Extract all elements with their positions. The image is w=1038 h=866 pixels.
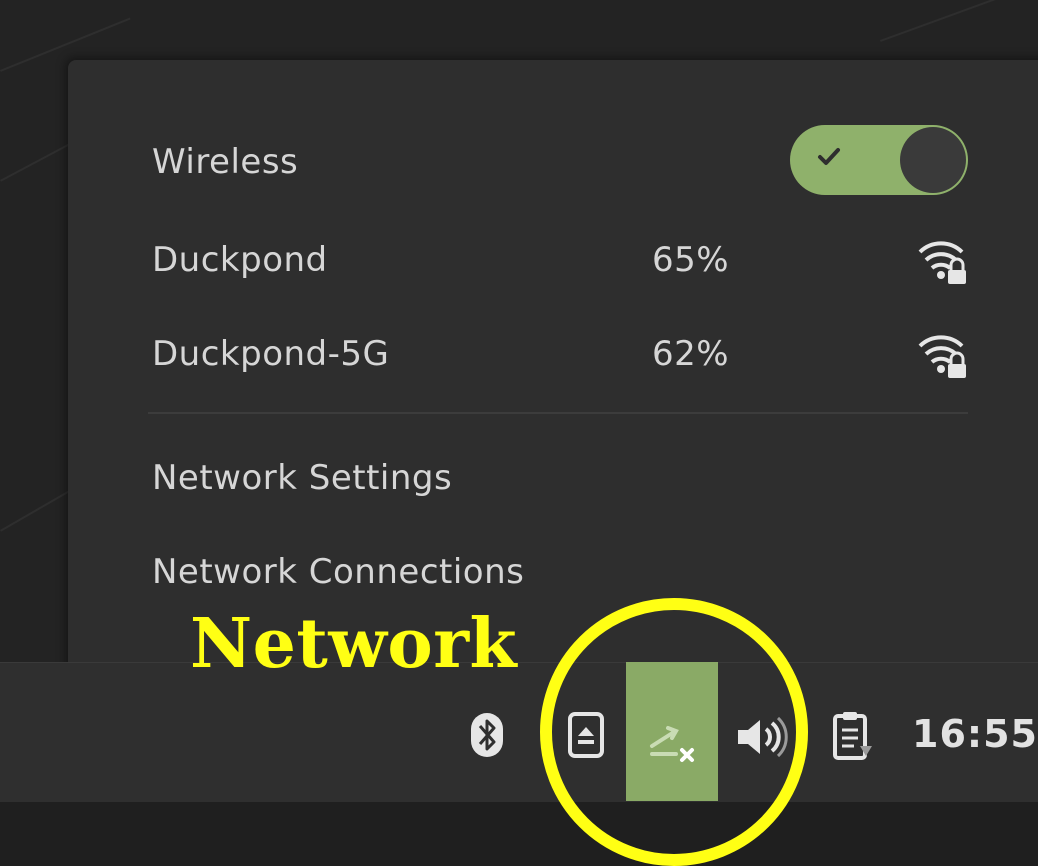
bluetooth-icon[interactable] xyxy=(470,712,504,758)
taskbar-panel xyxy=(0,662,1038,802)
network-name-duckpond-5g[interactable]: Duckpond-5G xyxy=(152,334,389,374)
network-name-duckpond[interactable]: Duckpond xyxy=(152,240,328,280)
network-settings-item[interactable]: Network Settings xyxy=(152,458,452,498)
wifi-secured-icon xyxy=(918,241,966,284)
clock[interactable]: 16:55 xyxy=(912,712,1038,756)
network-signal-duckpond-5g: 62% xyxy=(652,334,730,374)
clipboard-icon[interactable] xyxy=(832,710,876,762)
annotation-label: Network xyxy=(190,604,518,684)
toggle-knob xyxy=(900,127,966,193)
wallpaper-line xyxy=(880,0,1032,42)
network-connections-item[interactable]: Network Connections xyxy=(152,552,524,592)
checkmark-icon xyxy=(818,148,840,165)
wireless-label: Wireless xyxy=(152,142,299,182)
wireless-toggle[interactable] xyxy=(790,125,968,195)
menu-separator xyxy=(148,412,968,414)
annotation-circle xyxy=(540,598,808,866)
network-signal-duckpond: 65% xyxy=(652,240,730,280)
wifi-secured-icon xyxy=(918,335,966,378)
